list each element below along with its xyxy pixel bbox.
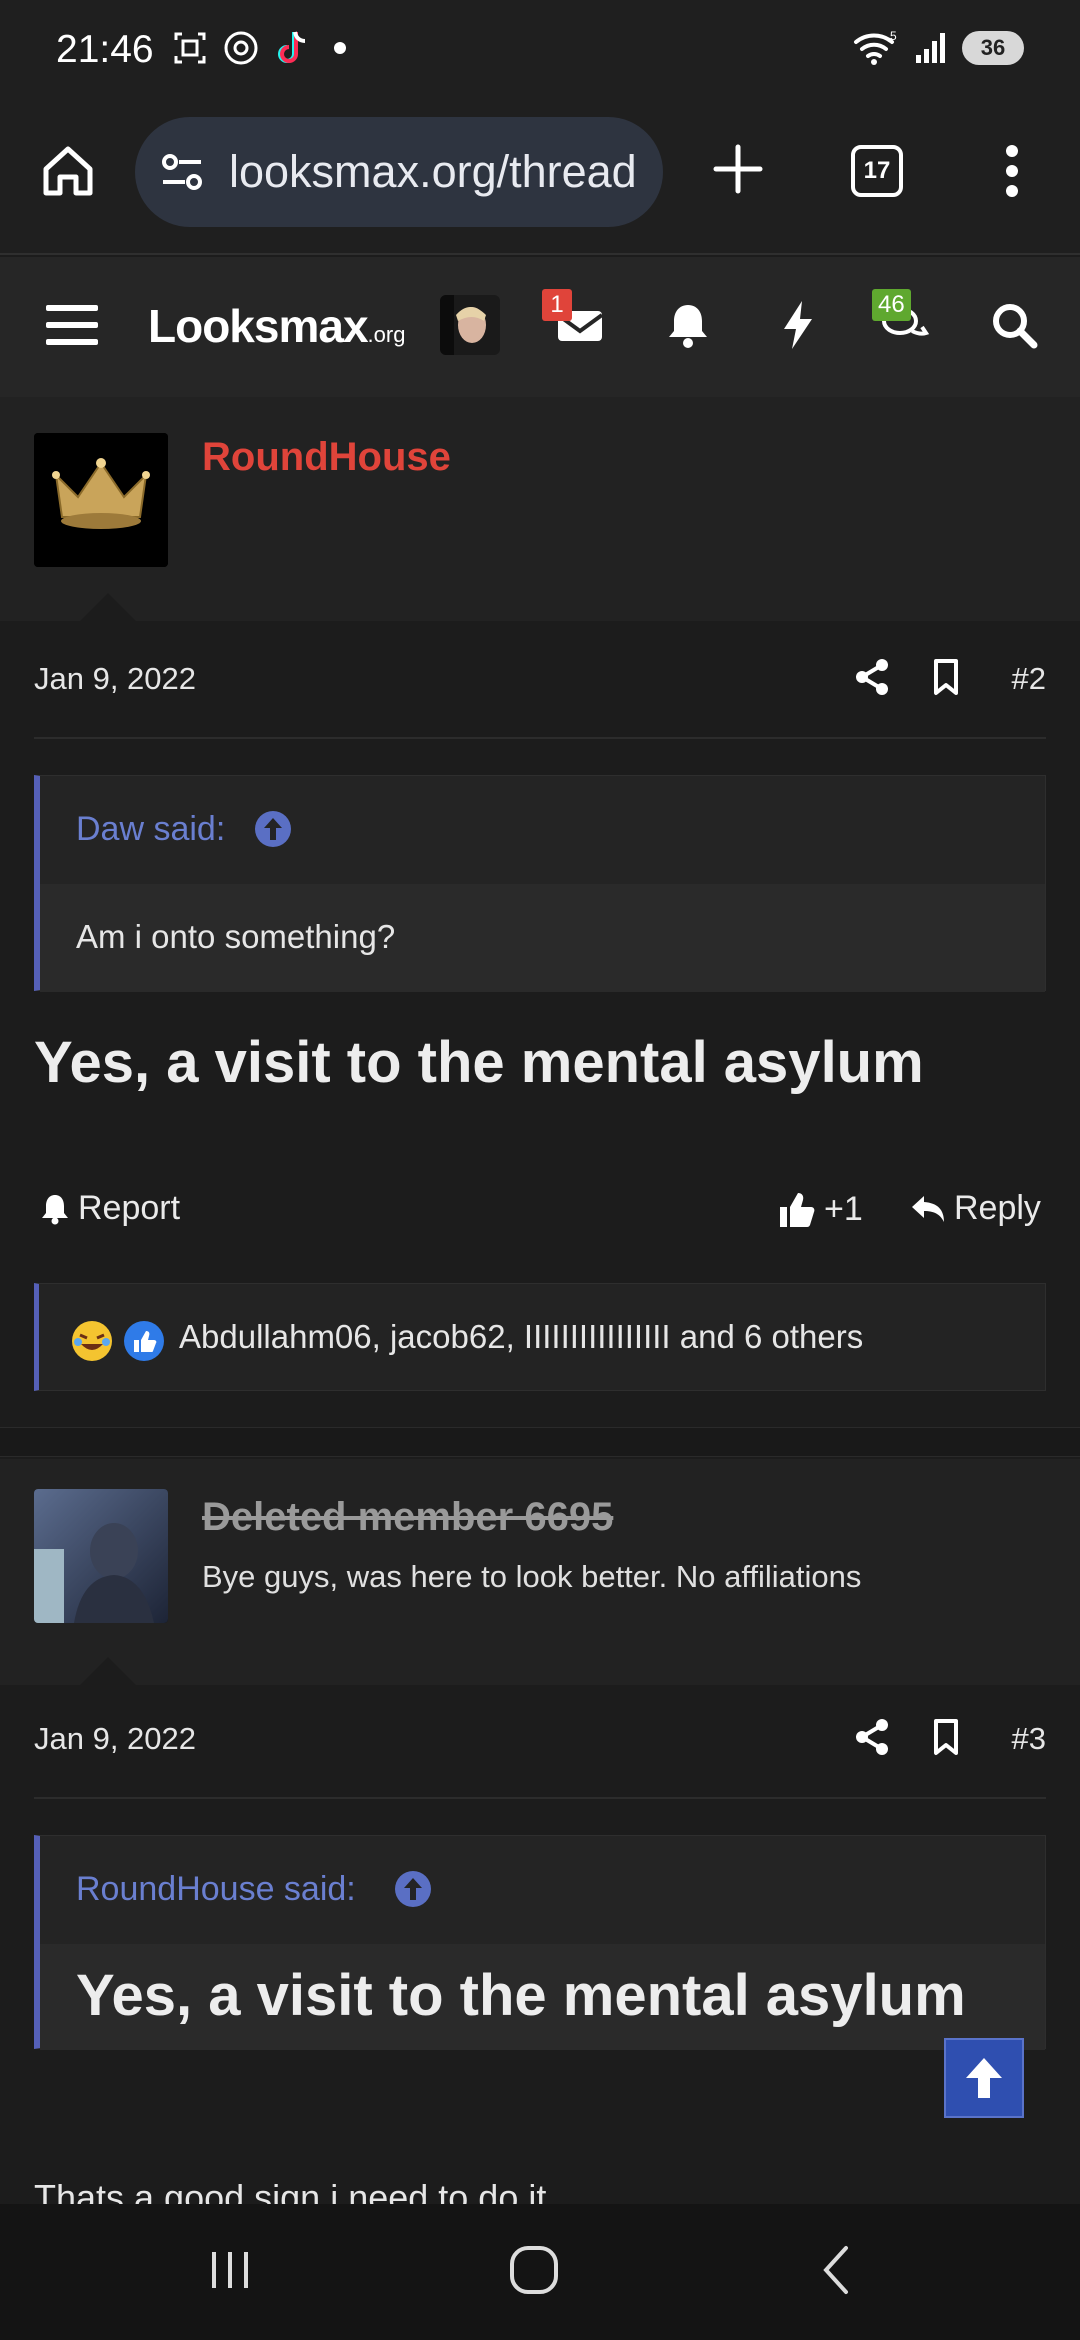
post-meta: Jan 9, 2022 #2: [34, 643, 1046, 713]
share-icon[interactable]: [852, 657, 892, 697]
user-avatar[interactable]: [34, 433, 168, 567]
url-text[interactable]: looksmax.org/thread: [229, 146, 637, 198]
tiktok-icon: [278, 31, 306, 63]
status-time: 21:46: [56, 28, 154, 71]
post-date[interactable]: Jan 9, 2022: [34, 1721, 196, 1757]
username[interactable]: Deleted member 6695: [202, 1495, 613, 1540]
system-nav-bar: [0, 2204, 1080, 2340]
inbox-badge: 1: [542, 289, 572, 321]
alerts-badge: 46: [872, 289, 911, 321]
post-meta: Jan 9, 2022 #3: [34, 1703, 1046, 1773]
status-icons-left: [172, 28, 346, 68]
threads-icon: [224, 31, 258, 65]
bookmark-icon[interactable]: [926, 657, 966, 697]
battery-icon: 36: [962, 31, 1024, 65]
user-avatar[interactable]: [34, 1489, 168, 1623]
like-count: +1: [824, 1189, 863, 1228]
post-body: Thats a good sign i need to do it: [34, 2177, 547, 2204]
quote-author[interactable]: RoundHouse said:: [76, 1870, 356, 1909]
quote-block: RoundHouse said: Yes, a visit to the men…: [34, 1835, 1046, 2050]
quote-block: Daw said: Am i onto something?: [34, 775, 1046, 992]
username[interactable]: RoundHouse: [202, 435, 451, 480]
home-nav-icon[interactable]: [504, 2240, 564, 2300]
more-menu-icon[interactable]: [1000, 141, 1024, 201]
reactions-bar[interactable]: Abdullahm06, jacob62, IIIIIIIIIIIIIIII a…: [34, 1283, 1046, 1391]
thumbs-up-icon: [780, 1193, 815, 1227]
screenshot-icon: [174, 32, 206, 64]
post-user-header: RoundHouse: [0, 397, 1080, 621]
quote-text: Am i onto something?: [76, 918, 396, 955]
post-pointer: [80, 593, 136, 621]
lightning-icon[interactable]: [770, 297, 826, 353]
like-button[interactable]: +1: [776, 1189, 863, 1229]
post-separator: [0, 1427, 1080, 1457]
reply-icon: [912, 1195, 944, 1222]
divider: [34, 737, 1046, 739]
status-icons-right: 5 36: [852, 30, 1024, 66]
address-bar[interactable]: looksmax.org/thread: [135, 117, 663, 227]
reply-label: Reply: [954, 1189, 1041, 1227]
browser-toolbar: looksmax.org/thread 17: [0, 105, 1080, 255]
post-user-header: Deleted member 6695 Bye guys, was here t…: [0, 1459, 1080, 1685]
recent-apps-icon[interactable]: [200, 2240, 260, 2300]
arrow-up-icon: [966, 2058, 1002, 2098]
report-button[interactable]: Report: [40, 1189, 180, 1228]
status-bar: 21:46 5 36: [0, 0, 1080, 105]
bell-icon[interactable]: [660, 297, 716, 353]
tab-switcher-button[interactable]: 17: [851, 145, 903, 197]
quote-text: Yes, a visit to the mental asylum: [76, 1963, 966, 2028]
arrow-up-circle-icon[interactable]: [394, 1870, 432, 1908]
wifi-icon: 5: [854, 30, 897, 65]
quote-body: Yes, a visit to the mental asylum: [40, 1944, 1045, 2050]
new-tab-icon[interactable]: [710, 141, 766, 197]
logo-main: Looksmax: [148, 300, 369, 352]
signal-icon: [916, 33, 945, 63]
laughing-emoji-icon: [72, 1321, 112, 1361]
reactions-text: Abdullahm06, jacob62, IIIIIIIIIIIIIIII a…: [179, 1318, 864, 1355]
reply-button[interactable]: Reply: [910, 1189, 1041, 1228]
quote-header: Daw said:: [40, 776, 1045, 884]
crown-icon: [34, 433, 168, 567]
site-settings-icon[interactable]: [157, 147, 207, 197]
arrow-up-circle-icon[interactable]: [254, 810, 292, 848]
user-title: Bye guys, was here to look better. No af…: [202, 1559, 862, 1594]
home-icon[interactable]: [38, 141, 98, 201]
share-icon[interactable]: [852, 1717, 892, 1757]
post-number[interactable]: #3: [1012, 1721, 1046, 1757]
like-reaction-icon: [124, 1321, 164, 1361]
report-label: Report: [78, 1189, 181, 1227]
site-header: Looksmax.org 1 46: [0, 257, 1080, 397]
logo-suffix: .org: [367, 322, 406, 347]
back-icon[interactable]: [808, 2240, 868, 2300]
quote-author[interactable]: Daw said:: [76, 810, 225, 849]
post-number[interactable]: #2: [1012, 661, 1046, 697]
scroll-to-top-button[interactable]: [944, 2038, 1024, 2118]
divider: [34, 1797, 1046, 1799]
post-body-clip: Thats a good sign i need to do it: [0, 2177, 1080, 2204]
bell-icon: [42, 1194, 68, 1224]
site-logo[interactable]: Looksmax.org: [148, 299, 405, 353]
quote-header: RoundHouse said:: [40, 1836, 1045, 1944]
post-body: Yes, a visit to the mental asylum: [34, 1030, 924, 1095]
notification-dot: [334, 42, 346, 54]
quote-body: Am i onto something?: [40, 884, 1045, 992]
post-date[interactable]: Jan 9, 2022: [34, 661, 196, 697]
search-icon[interactable]: [986, 297, 1042, 353]
hamburger-menu-icon[interactable]: [44, 297, 100, 353]
account-avatar[interactable]: [440, 295, 500, 355]
wifi-label: 5: [890, 30, 897, 43]
bookmark-icon[interactable]: [926, 1717, 966, 1757]
post-pointer: [80, 1657, 136, 1685]
